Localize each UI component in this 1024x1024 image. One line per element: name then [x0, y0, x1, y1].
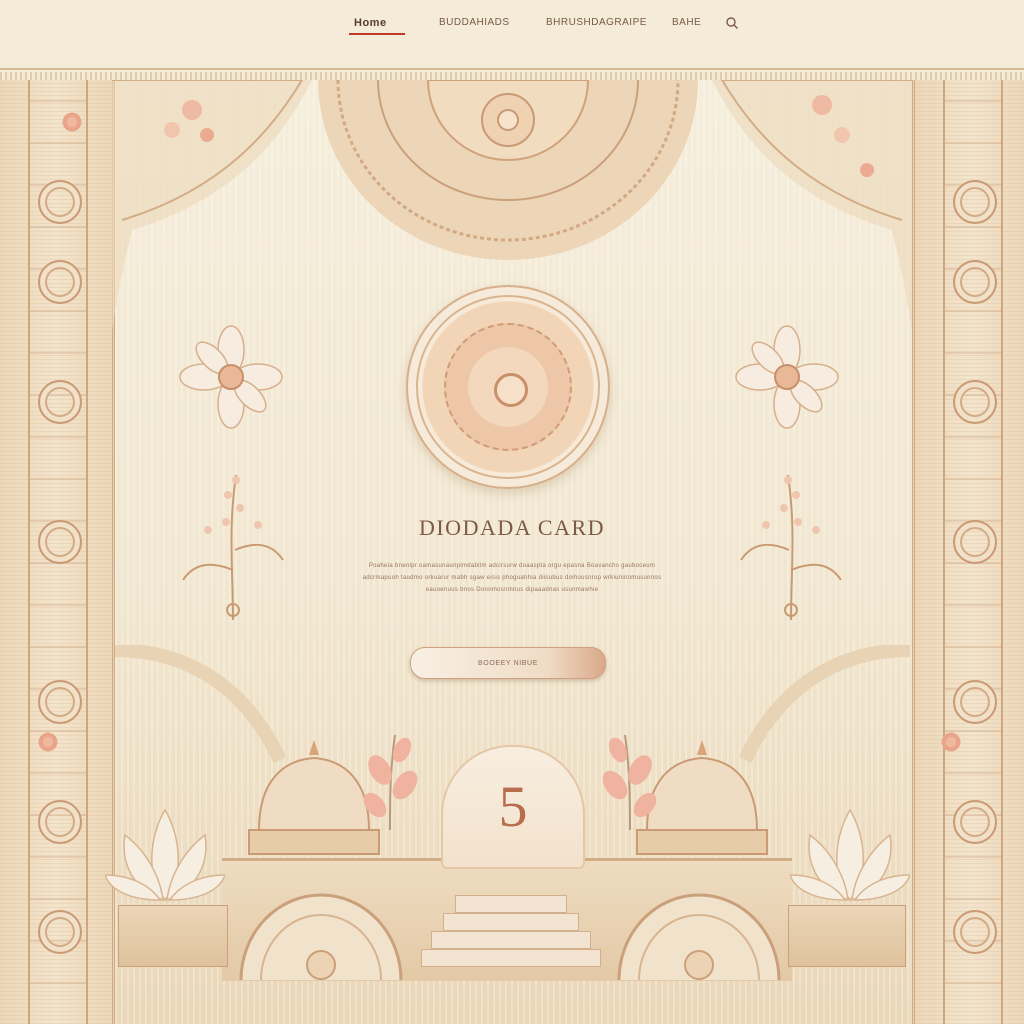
left-lotus-icon: [105, 808, 225, 902]
left-arch-ornament: [239, 893, 403, 980]
left-ornamental-border: [0, 80, 115, 1024]
top-ornamental-rule: [0, 72, 1024, 80]
card-title: DIODADA CARD: [418, 515, 606, 540]
left-plinth: [118, 905, 228, 967]
right-ornamental-border: [912, 80, 1024, 1024]
mandala-medallion: [406, 285, 610, 489]
blossom-icon: [939, 730, 963, 754]
top-mandala-ornament: [318, 80, 698, 260]
right-flower-icon: [735, 325, 839, 429]
nav-item-bahe[interactable]: BAHE: [672, 17, 701, 28]
blossom-icon: [36, 730, 60, 754]
right-drape-ornament: [712, 80, 912, 330]
page: Home BUDDAHIADS BHRUSHDAGRAIPE BAHE DIOD…: [0, 0, 1024, 1024]
nav-item-bhrushdagraipe[interactable]: BHRUSHDAGRAIPE: [546, 17, 647, 28]
left-drape-ornament: [112, 80, 312, 330]
number-badge: 5: [441, 745, 585, 869]
medallion-icon: [953, 380, 997, 424]
right-arch-ornament: [617, 893, 781, 980]
right-pink-leaves: [602, 734, 657, 830]
temple-stairs: [415, 895, 605, 980]
medallion-icon: [953, 260, 997, 304]
right-plinth: [788, 905, 906, 967]
medallion-icon: [953, 680, 997, 724]
left-pink-leaves: [363, 734, 418, 830]
medallion-icon: [38, 380, 82, 424]
nav-item-home[interactable]: Home: [354, 17, 387, 29]
top-nav: Home BUDDAHIADS BHRUSHDAGRAIPE BAHE: [0, 0, 1024, 56]
right-lotus-icon: [790, 808, 910, 902]
card-description: Poaheia bnenlpr oamasunaunpimdabilm adci…: [362, 563, 662, 593]
medallion-icon: [953, 910, 997, 954]
medallion-icon: [38, 680, 82, 724]
medallion-icon: [38, 800, 82, 844]
nav-active-underline: [349, 33, 405, 35]
nav-item-buddahiads[interactable]: BUDDAHIADS: [439, 17, 510, 28]
medallion-icon: [953, 800, 997, 844]
badge-number: 5: [498, 774, 528, 839]
search-icon[interactable]: [725, 16, 739, 30]
left-sprig-ornament: [182, 474, 284, 620]
right-sprig-ornament: [740, 474, 842, 620]
medallion-icon: [38, 180, 82, 224]
left-flower-icon: [179, 325, 283, 429]
medallion-icon: [953, 180, 997, 224]
cta-button[interactable]: BOOEEY NIBUE: [410, 647, 606, 679]
medallion-icon: [38, 260, 82, 304]
medallion-icon: [38, 910, 82, 954]
blossom-icon: [60, 110, 84, 134]
